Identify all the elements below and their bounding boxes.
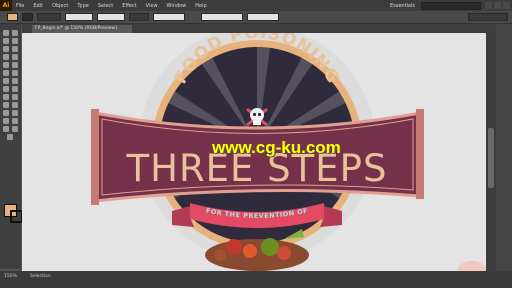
- document-tab-bar: FP_Begin.ai* @ 150% (RGB/Preview): [22, 24, 496, 33]
- vertical-scrollbar[interactable]: [486, 33, 496, 271]
- stroke-swatch[interactable]: [22, 13, 33, 21]
- lasso-icon[interactable]: [12, 38, 18, 44]
- type-icon[interactable]: [12, 46, 18, 52]
- mesh-icon[interactable]: [12, 94, 18, 100]
- style-select[interactable]: [153, 13, 185, 21]
- tools-panel: [0, 24, 23, 269]
- pencil-icon[interactable]: [12, 62, 18, 68]
- hand-icon[interactable]: [12, 126, 18, 132]
- shape-builder-icon[interactable]: [12, 86, 18, 92]
- maximize-button[interactable]: [494, 2, 501, 9]
- brush-select[interactable]: [97, 13, 125, 21]
- menu-bar: Ai File Edit Object Type Select Effect V…: [0, 0, 512, 11]
- line-icon[interactable]: [3, 54, 9, 60]
- menu-select[interactable]: Select: [98, 3, 113, 9]
- eyedropper-icon[interactable]: [12, 102, 18, 108]
- brush-icon[interactable]: [3, 62, 9, 68]
- align-controls[interactable]: [468, 13, 508, 21]
- status-bar: 150% Selection: [0, 271, 512, 288]
- artboard-icon[interactable]: [12, 118, 18, 124]
- free-transform-icon[interactable]: [3, 86, 9, 92]
- preferences-button[interactable]: [247, 13, 279, 21]
- width-icon[interactable]: [12, 78, 18, 84]
- minimize-button[interactable]: [485, 2, 492, 9]
- zoom-icon[interactable]: [7, 134, 13, 140]
- eraser-icon[interactable]: [3, 70, 9, 76]
- menu-object[interactable]: Object: [52, 3, 68, 9]
- workspace-switcher[interactable]: Essentials: [390, 3, 415, 9]
- menu-file[interactable]: File: [16, 3, 24, 9]
- menu-view[interactable]: View: [146, 3, 158, 9]
- stroke-weight-field[interactable]: [37, 13, 61, 21]
- document-tab[interactable]: FP_Begin.ai* @ 150% (RGB/Preview): [32, 25, 132, 33]
- status-selection: Selection: [30, 274, 51, 279]
- menu-type[interactable]: Type: [77, 3, 88, 9]
- close-button[interactable]: [503, 2, 510, 9]
- magic-wand-icon[interactable]: [3, 38, 9, 44]
- watermark-text: www.cg-ku.com: [212, 138, 341, 157]
- direct-select-tool-icon[interactable]: [12, 30, 18, 36]
- menu-window[interactable]: Window: [167, 3, 187, 9]
- scale-icon[interactable]: [3, 78, 9, 84]
- menu-edit[interactable]: Edit: [33, 3, 43, 9]
- app-logo: Ai: [0, 0, 12, 11]
- slice-icon[interactable]: [3, 126, 9, 132]
- zoom-level[interactable]: 150%: [4, 274, 17, 279]
- scroll-thumb[interactable]: [488, 128, 494, 188]
- pen-icon[interactable]: [3, 46, 9, 52]
- variable-width-select[interactable]: [65, 13, 93, 21]
- perspective-icon[interactable]: [3, 94, 9, 100]
- opacity-field[interactable]: [129, 13, 149, 21]
- panel-dock[interactable]: [496, 24, 512, 271]
- fill-swatch[interactable]: [7, 13, 18, 21]
- blend-icon[interactable]: [3, 110, 9, 116]
- gradient-icon[interactable]: [3, 102, 9, 108]
- rotate-icon[interactable]: [12, 70, 18, 76]
- rectangle-icon[interactable]: [12, 54, 18, 60]
- graph-icon[interactable]: [3, 118, 9, 124]
- document-setup-button[interactable]: [201, 13, 243, 21]
- control-bar: [0, 11, 512, 24]
- pink-shape: [458, 261, 486, 271]
- symbol-sprayer-icon[interactable]: [12, 110, 18, 116]
- select-tool-icon[interactable]: [3, 30, 9, 36]
- search-input[interactable]: [421, 1, 481, 10]
- menu-help[interactable]: Help: [195, 3, 206, 9]
- menu-effect[interactable]: Effect: [122, 3, 136, 9]
